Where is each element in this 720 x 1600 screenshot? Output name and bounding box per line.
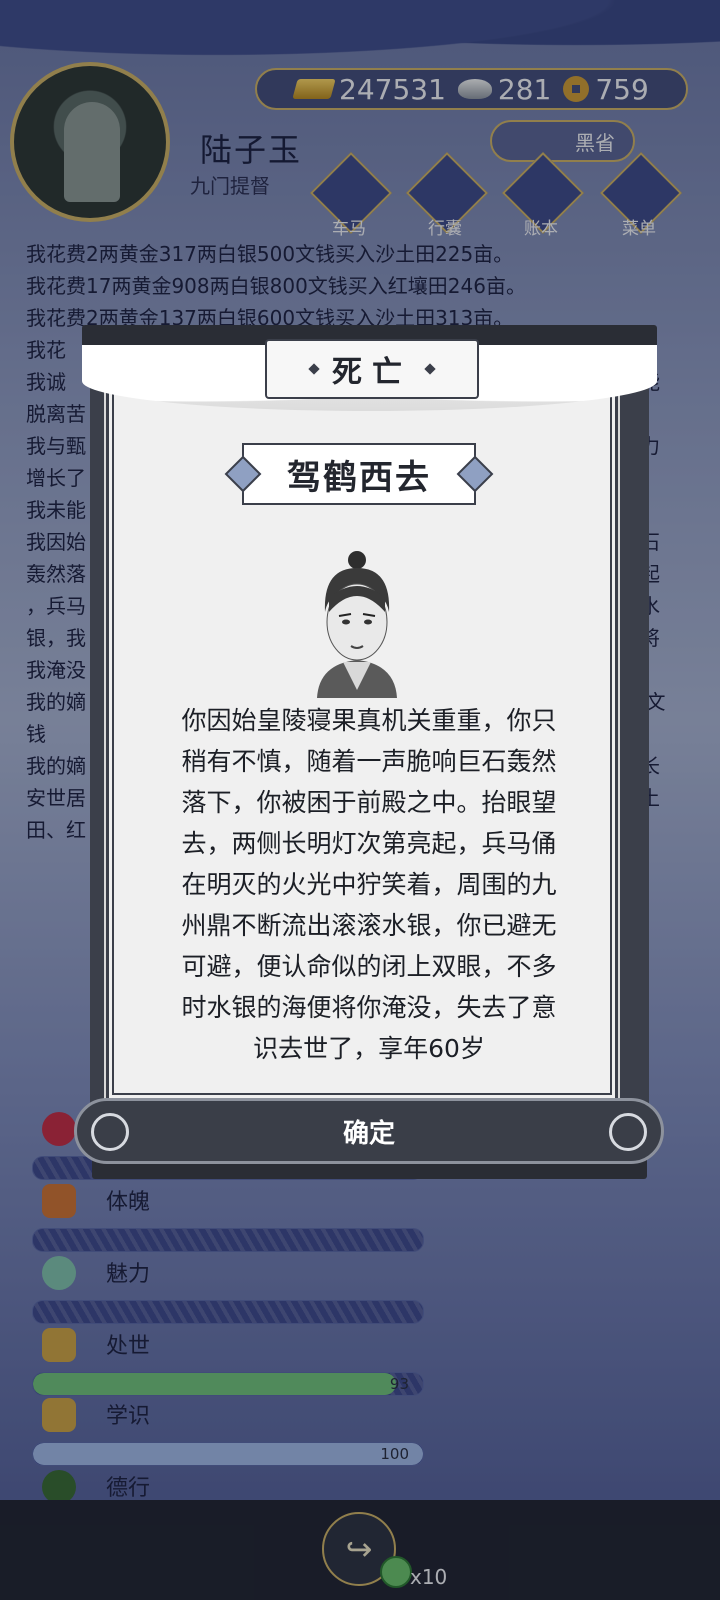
diamond-icon bbox=[308, 363, 320, 375]
story-line: 州鼎不断流出滚滚水银，你已避无 bbox=[181, 911, 557, 940]
confirm-button[interactable]: 确定 bbox=[74, 1098, 664, 1164]
story-line: 可避，便认命似的闭上双眼，不多 bbox=[181, 952, 557, 981]
dialog-subtitle: 驾鹤西去 bbox=[287, 457, 431, 498]
story-line: 落下，你被困于前殿之中。抬眼望 bbox=[181, 788, 557, 817]
death-story: 你因始皇陵寝果真机关重重，你只 稍有不慎，随着一声脆响巨石轰然 落下，你被困于前… bbox=[134, 700, 604, 1069]
dialog-subtitle-plate: 驾鹤西去 bbox=[242, 443, 476, 505]
confirm-label: 确定 bbox=[342, 1118, 395, 1149]
dialog-title-plate: 死亡 bbox=[265, 339, 479, 399]
cloud-ornament-icon bbox=[609, 1113, 647, 1151]
story-line: 时水银的海便将你淹没，失去了意 bbox=[181, 993, 557, 1022]
diamond-icon bbox=[424, 363, 436, 375]
story-line: 你因始皇陵寝果真机关重重，你只 bbox=[181, 706, 557, 735]
character-portrait bbox=[317, 551, 397, 698]
story-line: 在明灭的火光中狞笑着，周围的九 bbox=[181, 870, 557, 899]
story-line: 识去世了，享年60岁 bbox=[253, 1034, 485, 1063]
story-line: 去，两侧长明灯次第亮起，兵马俑 bbox=[181, 829, 557, 858]
cloud-ornament-icon bbox=[91, 1113, 129, 1151]
dialog-title: 死亡 bbox=[332, 355, 412, 390]
story-line: 稍有不慎，随着一声脆响巨石轰然 bbox=[181, 747, 557, 776]
death-dialog: 死亡 驾鹤西去 你因始皇陵寝果真机关重重，你只 稍有不慎，随着一声脆响巨石轰然 … bbox=[74, 325, 664, 1180]
